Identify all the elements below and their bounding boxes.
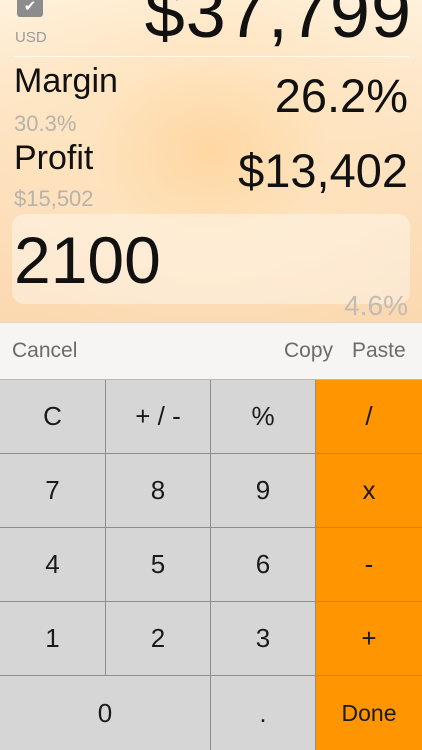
entry-value: 2100 xyxy=(14,223,161,297)
digit-2-key[interactable]: 2 xyxy=(106,602,210,675)
copy-button[interactable]: Copy xyxy=(284,339,333,363)
decimal-key[interactable]: . xyxy=(211,676,315,750)
profit-label: Profit xyxy=(14,139,94,177)
cancel-button[interactable]: Cancel xyxy=(12,339,77,363)
percent-key[interactable]: % xyxy=(211,380,315,453)
digit-5-key[interactable]: 5 xyxy=(106,528,210,601)
margin-label: Margin xyxy=(14,62,118,100)
sign-toggle-key[interactable]: + / - xyxy=(106,380,210,453)
digit-6-key[interactable]: 6 xyxy=(211,528,315,601)
divide-key[interactable]: / xyxy=(316,380,422,453)
subtract-key[interactable]: - xyxy=(316,528,422,601)
done-key[interactable]: Done xyxy=(316,676,422,750)
summary-divider xyxy=(13,56,409,57)
entry-percent: 4.6% xyxy=(344,290,408,321)
keypad-action-bar: Cancel Copy Paste xyxy=(0,322,422,380)
multiply-key[interactable]: x xyxy=(316,454,422,527)
digit-8-key[interactable]: 8 xyxy=(106,454,210,527)
calculation-summary: ✔ USD $37,799 Margin 26.2% 30.3% Profit … xyxy=(0,0,422,322)
currency-label: USD xyxy=(15,29,47,46)
currency-checkbox-icon[interactable]: ✔ xyxy=(17,0,43,17)
digit-1-key[interactable]: 1 xyxy=(0,602,105,675)
digit-7-key[interactable]: 7 xyxy=(0,454,105,527)
calculator-keypad: C + / - % / 7 8 9 x 4 5 6 - 1 2 3 + 0 . … xyxy=(0,380,422,750)
done-key-label: Done xyxy=(341,699,397,726)
digit-4-key[interactable]: 4 xyxy=(0,528,105,601)
paste-button[interactable]: Paste xyxy=(352,339,406,363)
digit-3-key[interactable]: 3 xyxy=(211,602,315,675)
digit-9-key[interactable]: 9 xyxy=(211,454,315,527)
add-key[interactable]: + xyxy=(316,602,422,675)
profit-previous-value: $15,502 xyxy=(14,186,94,211)
clear-key[interactable]: C xyxy=(0,380,105,453)
total-value: $37,799 xyxy=(144,0,412,53)
profit-value: $13,402 xyxy=(238,144,408,197)
digit-0-key[interactable]: 0 xyxy=(0,676,210,750)
margin-previous-value: 30.3% xyxy=(14,111,77,136)
margin-value: 26.2% xyxy=(274,69,408,122)
